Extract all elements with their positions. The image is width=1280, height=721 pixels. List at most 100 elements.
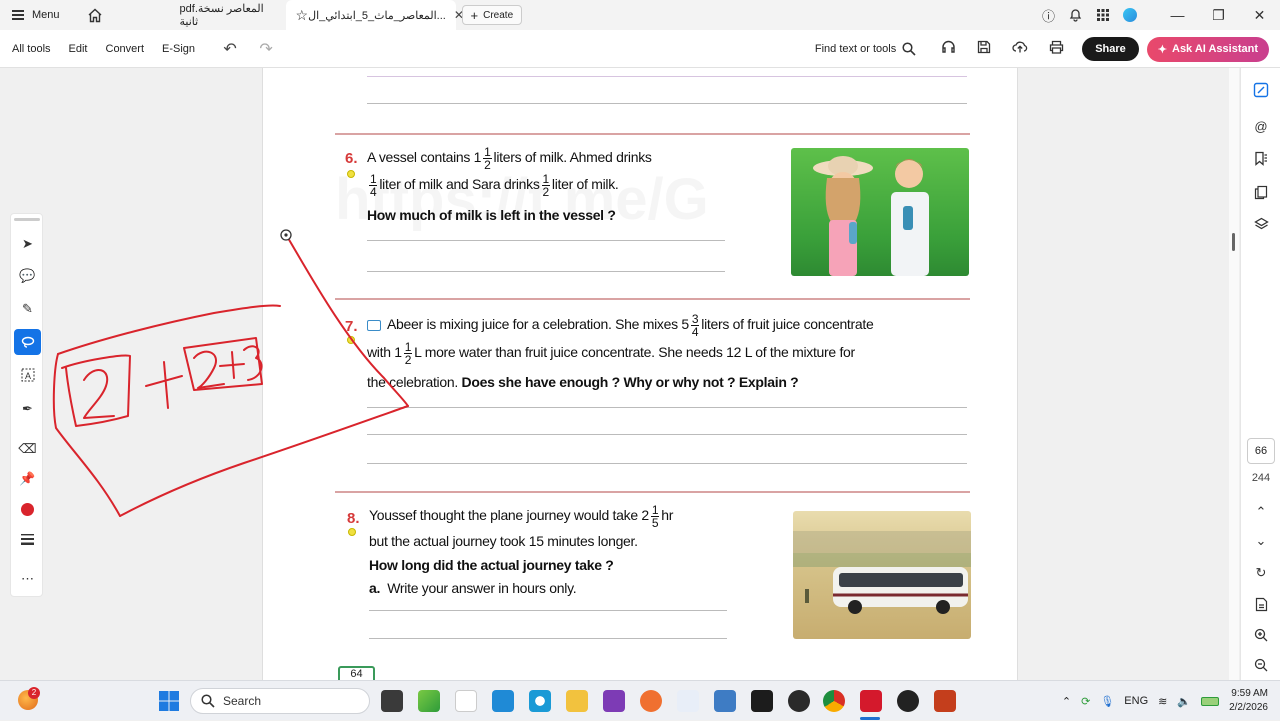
total-pages: 244: [1251, 472, 1271, 484]
ai-sparkle-icon: ✦: [1157, 43, 1167, 56]
fraction: 15: [650, 503, 660, 530]
vscode-icon[interactable]: [492, 690, 514, 712]
convert-button[interactable]: Convert: [97, 43, 154, 55]
lasso-select-icon[interactable]: [14, 329, 41, 355]
windows-start-icon[interactable]: [159, 691, 179, 716]
chevron-up-icon[interactable]: ⌃: [1251, 502, 1271, 522]
profile-avatar-icon[interactable]: [1116, 0, 1143, 30]
chrome-icon[interactable]: [823, 690, 845, 712]
main-toolbar: All tools Edit Convert E-Sign ↶ ↷ Find t…: [0, 30, 1280, 68]
tab-document-1[interactable]: pdf.المعاصر نسخة ثانية: [170, 0, 280, 30]
text-box-icon[interactable]: A: [14, 362, 41, 388]
annotation-tool-rail: ➤ 💬 ✎ A ✒ ⌫ 📌 ⋯: [10, 213, 43, 597]
ask-ai-assistant-button[interactable]: ✦ Ask AI Assistant: [1146, 36, 1269, 62]
document-viewport[interactable]: https://t.me/G 6. A vessel contains 112l…: [44, 68, 1226, 680]
comment-panel-icon[interactable]: @: [1251, 116, 1271, 136]
lasso-anchor-icon[interactable]: [280, 229, 292, 241]
pages-icon[interactable]: [1251, 182, 1271, 202]
print-icon[interactable]: [1038, 40, 1074, 59]
right-side-panel: @ 66 244 ⌃ ⌄ ↻: [1240, 68, 1280, 680]
capcut-icon[interactable]: [455, 690, 477, 712]
minimize-icon[interactable]: —: [1157, 0, 1198, 30]
pin-icon[interactable]: 📌: [14, 466, 41, 492]
speaker-icon[interactable]: 🔈: [1177, 695, 1191, 708]
esign-button[interactable]: E-Sign: [153, 43, 204, 55]
wifi-icon[interactable]: ≋: [1158, 695, 1167, 708]
vertical-scrollbar[interactable]: [1229, 68, 1239, 680]
children-photo: [791, 148, 969, 276]
text: liters of milk. Ahmed drinks: [493, 149, 652, 166]
stroke-width-icon[interactable]: [14, 526, 41, 552]
question-8-line-2: but the actual journey took 15 minutes l…: [369, 533, 638, 549]
onenote-icon[interactable]: [603, 690, 625, 712]
current-page-input[interactable]: 66: [1247, 438, 1275, 464]
svg-text:A: A: [25, 371, 31, 381]
media-player-icon[interactable]: [897, 690, 919, 712]
share-button[interactable]: Share: [1082, 37, 1139, 61]
date: 2/2/2026: [1229, 702, 1268, 713]
sign-pen-icon[interactable]: ✒: [14, 396, 41, 422]
star-icon[interactable]: ☆: [296, 7, 309, 24]
save-icon[interactable]: [966, 40, 1002, 59]
tab-label: pdf.المعاصر نسخة ثانية: [179, 3, 264, 28]
app-icon[interactable]: [677, 690, 699, 712]
edit-button[interactable]: Edit: [60, 43, 97, 55]
restore-icon[interactable]: ❐: [1198, 0, 1239, 30]
app-icon[interactable]: [714, 690, 736, 712]
pen-icon[interactable]: ✎: [14, 296, 41, 322]
apps-grid-icon[interactable]: [1089, 0, 1116, 30]
clock[interactable]: 9:59 AM 2/2/2026: [1229, 687, 1268, 715]
zoom-out-icon[interactable]: [1251, 655, 1271, 675]
file-explorer-icon[interactable]: [566, 690, 588, 712]
rail-grip[interactable]: [13, 218, 40, 221]
bell-icon[interactable]: [1062, 0, 1089, 30]
edit-pdf-icon[interactable]: [1251, 80, 1271, 100]
page-fit-icon[interactable]: [1251, 594, 1271, 614]
select-cursor-icon[interactable]: ➤: [14, 231, 41, 257]
find-tools-button[interactable]: Find text or tools: [815, 42, 916, 56]
chevron-down-icon[interactable]: ⌄: [1251, 531, 1271, 551]
all-tools-button[interactable]: All tools: [0, 43, 60, 55]
zoom-in-icon[interactable]: [1251, 625, 1271, 645]
text: Write your answer in hours only.: [387, 580, 577, 596]
chevron-up-icon[interactable]: ⌃: [1062, 695, 1071, 708]
time: 9:59 AM: [1231, 688, 1268, 699]
answer-line: [369, 638, 727, 639]
refresh-icon[interactable]: ↻: [1251, 563, 1271, 583]
undo-icon[interactable]: ↶: [212, 39, 248, 59]
acrobat-icon[interactable]: [860, 690, 882, 712]
taskbar-search[interactable]: Search: [190, 688, 370, 714]
help-icon[interactable]: ⓘ: [1035, 0, 1062, 30]
sync-icon[interactable]: ⟳: [1081, 695, 1090, 708]
app-icon[interactable]: [788, 690, 810, 712]
close-window-icon[interactable]: ✕: [1239, 0, 1280, 30]
microphone-icon[interactable]: 🎙: [1100, 695, 1114, 708]
bookmark-icon[interactable]: [1251, 148, 1271, 168]
menu-label: Menu: [32, 9, 60, 21]
color-picker-icon[interactable]: [14, 496, 41, 522]
app-icon[interactable]: [418, 690, 440, 712]
app-icon[interactable]: [529, 690, 551, 712]
battery-icon[interactable]: [1201, 696, 1220, 706]
menu-button[interactable]: Menu: [0, 0, 72, 30]
jetbrains-icon[interactable]: [751, 690, 773, 712]
bus-photo: [793, 511, 971, 639]
app-icon[interactable]: [640, 690, 662, 712]
task-view-icon[interactable]: [381, 690, 403, 712]
redo-icon[interactable]: ↷: [248, 39, 284, 59]
tab-document-2[interactable]: ☆ المعاصر_ماث_5_ابتدائي_ال... ✕: [285, 0, 464, 30]
text: L more water than fruit juice concentrat…: [414, 344, 855, 361]
read-aloud-icon[interactable]: [930, 40, 966, 59]
powerpoint-icon[interactable]: [934, 690, 956, 712]
eraser-icon[interactable]: ⌫: [14, 436, 41, 462]
create-button[interactable]: + Create: [461, 5, 523, 25]
home-icon[interactable]: [80, 0, 110, 30]
comment-icon[interactable]: 💬: [14, 263, 41, 289]
upload-cloud-icon[interactable]: [1002, 40, 1038, 59]
language-indicator[interactable]: ENG: [1124, 695, 1148, 707]
question-8-prompt: How long did the actual journey take ?: [369, 557, 614, 573]
windows-taskbar: 2 Search ⌃ ⟳ 🎙 ENG ≋ 🔈 9:59 AM 2/2/2026: [0, 680, 1280, 720]
layers-icon[interactable]: [1251, 214, 1271, 234]
scrollbar-thumb[interactable]: [1232, 233, 1235, 251]
more-options-icon[interactable]: ⋯: [14, 566, 41, 592]
